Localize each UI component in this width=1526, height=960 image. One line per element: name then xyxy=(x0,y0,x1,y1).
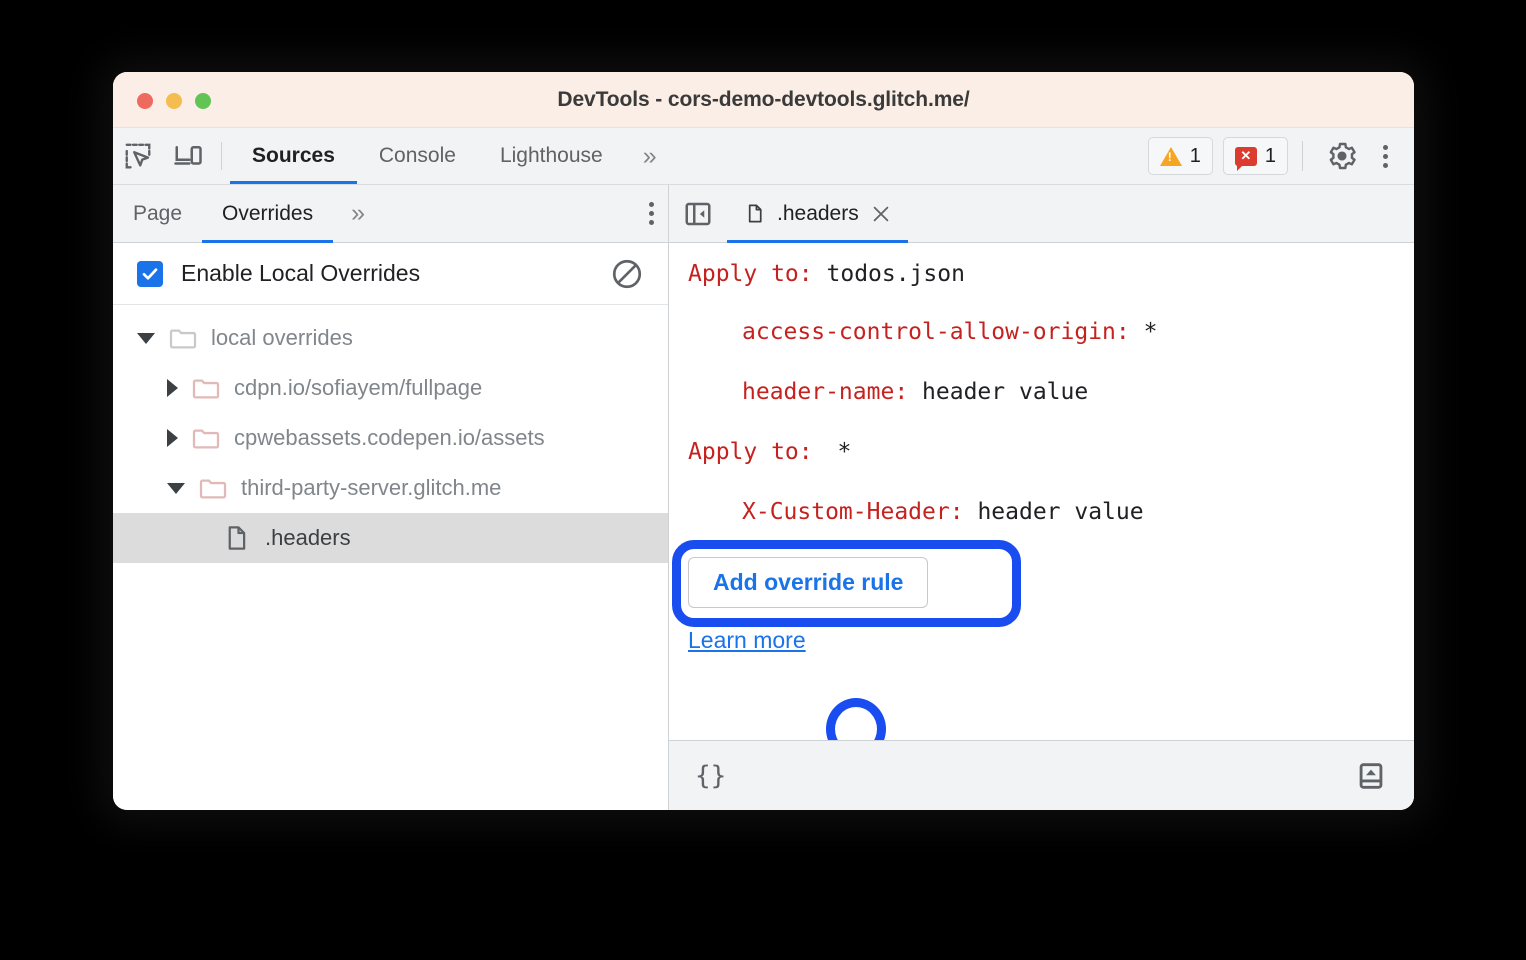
navigator-menu-button[interactable] xyxy=(635,185,668,242)
header-name-1-2[interactable]: header-name xyxy=(742,379,894,405)
close-icon[interactable] xyxy=(870,203,892,225)
kebab-menu-icon[interactable] xyxy=(1369,144,1402,168)
header-value-2-1[interactable]: header value xyxy=(977,499,1143,525)
overrides-file-tree: local overrides cdpn.io/sofiayem/fullpag… xyxy=(113,305,668,810)
tree-row-cpwebassets[interactable]: cpwebassets.codepen.io/assets xyxy=(113,413,668,463)
chevron-right-icon[interactable] xyxy=(167,379,178,397)
apply-to-label-1: Apply to xyxy=(688,261,799,287)
learn-more-link[interactable]: Learn more xyxy=(688,627,806,654)
chevron-right-icon[interactable] xyxy=(167,429,178,447)
nav-tab-page[interactable]: Page xyxy=(113,185,202,242)
kebab-dot xyxy=(1383,144,1388,150)
tab-lighthouse[interactable]: Lighthouse xyxy=(478,128,625,184)
enable-overrides-label: Enable Local Overrides xyxy=(181,260,421,286)
more-nav-tabs-button[interactable]: » xyxy=(333,185,379,242)
errors-count: 1 xyxy=(1264,144,1276,167)
window-close-button[interactable] xyxy=(137,93,153,109)
header-name-2-1[interactable]: X-Custom-Header xyxy=(742,499,950,525)
devtools-main-toolbar: Sources Console Lighthouse » 1 ✕ 1 xyxy=(113,128,1414,185)
editor-tab-label: .headers xyxy=(777,201,859,225)
editor-tab-headers[interactable]: .headers xyxy=(727,185,908,243)
more-panels-button[interactable]: » xyxy=(625,128,671,184)
chevron-down-icon[interactable] xyxy=(137,332,155,344)
enable-overrides-checkbox[interactable] xyxy=(137,260,163,287)
editor-tabbar: .headers xyxy=(669,185,1414,243)
header-value-1-1[interactable]: * xyxy=(1144,319,1158,345)
inspect-element-icon[interactable] xyxy=(113,128,163,184)
folder-icon xyxy=(167,322,199,354)
tree-label: cdpn.io/sofiayem/fullpage xyxy=(234,375,483,400)
toolbar-divider xyxy=(221,142,222,170)
tab-lighthouse-label: Lighthouse xyxy=(499,144,603,167)
file-icon xyxy=(221,523,251,553)
window-titlebar: DevTools - cors-demo-devtools.glitch.me/ xyxy=(113,72,1414,128)
sources-navigator: Page Overrides » Enable Local Overrides … xyxy=(113,185,669,810)
warnings-count: 1 xyxy=(1189,144,1201,167)
device-toolbar-icon[interactable] xyxy=(163,128,213,184)
show-drawer-icon[interactable] xyxy=(1354,759,1388,793)
add-override-rule-button[interactable]: Add override rule xyxy=(688,557,929,608)
nav-tab-overrides[interactable]: Overrides xyxy=(202,185,334,243)
kebab-menu-icon xyxy=(635,202,668,225)
nav-tab-page-label: Page xyxy=(133,201,183,225)
window-title: DevTools - cors-demo-devtools.glitch.me/ xyxy=(557,87,970,111)
header-name-1-1[interactable]: access-control-allow-origin xyxy=(742,319,1116,345)
tree-row-cdpn[interactable]: cdpn.io/sofiayem/fullpage xyxy=(113,363,668,413)
tab-console[interactable]: Console xyxy=(357,128,478,184)
clear-configuration-icon[interactable] xyxy=(610,257,644,291)
tree-row-local-overrides[interactable]: local overrides xyxy=(113,313,668,363)
more-nav-tabs-label: » xyxy=(351,199,365,227)
kebab-dot xyxy=(1383,162,1388,168)
apply-to-label-2: Apply to xyxy=(688,439,799,465)
apply-to-value-2[interactable]: * xyxy=(827,439,852,465)
tree-label: third-party-server.glitch.me xyxy=(241,475,502,500)
error-bubble-icon: ✕ xyxy=(1234,146,1257,171)
headers-editor-pane: .headers Apply to: todos.json access-con… xyxy=(669,185,1414,810)
warning-triangle-icon xyxy=(1159,146,1182,166)
apply-to-row-1[interactable]: Apply to: todos.json xyxy=(688,263,965,286)
header-row-2-1[interactable]: X-Custom-Header: header value xyxy=(688,501,1144,524)
apply-to-value-1[interactable]: todos.json xyxy=(827,261,965,287)
more-panels-label: » xyxy=(642,141,657,170)
tree-label: local overrides xyxy=(211,325,353,350)
headers-rules-view: Apply to: todos.json access-control-allo… xyxy=(669,243,1414,740)
chevron-down-icon[interactable] xyxy=(167,482,185,494)
header-row-1-2[interactable]: header-name: header value xyxy=(688,381,1088,404)
tab-sources-label: Sources xyxy=(252,144,335,167)
editor-status-bar: {} xyxy=(669,740,1414,810)
enable-local-overrides-row[interactable]: Enable Local Overrides xyxy=(113,243,668,305)
kebab-dot xyxy=(649,220,654,225)
folder-icon xyxy=(190,422,222,454)
toolbar-divider-2 xyxy=(1302,141,1303,171)
tab-console-label: Console xyxy=(378,144,456,167)
errors-badge[interactable]: ✕ 1 xyxy=(1222,137,1288,175)
tree-label: .headers xyxy=(265,525,351,550)
folder-icon xyxy=(197,472,229,504)
warnings-badge[interactable]: 1 xyxy=(1147,137,1213,175)
navigator-tabs: Page Overrides » xyxy=(113,185,668,243)
collapse-sidebar-icon[interactable] xyxy=(669,185,727,242)
kebab-dot xyxy=(1383,153,1388,159)
tab-sources[interactable]: Sources xyxy=(230,128,357,184)
toolbar-right-group: 1 ✕ 1 xyxy=(1147,128,1414,184)
kebab-dot xyxy=(649,202,654,207)
folder-icon xyxy=(190,372,222,404)
devtools-window: DevTools - cors-demo-devtools.glitch.me/… xyxy=(113,72,1414,810)
window-minimize-button[interactable] xyxy=(166,93,182,109)
format-braces-icon[interactable]: {} xyxy=(695,761,726,791)
apply-to-row-2[interactable]: Apply to: * xyxy=(688,441,851,464)
file-icon xyxy=(743,202,766,225)
panel-tabs: Sources Console Lighthouse xyxy=(230,128,625,184)
tree-row-headers-file[interactable]: .headers xyxy=(113,513,668,563)
gear-icon[interactable] xyxy=(1317,140,1367,172)
tree-row-third-party-server[interactable]: third-party-server.glitch.me xyxy=(113,463,668,513)
tree-label: cpwebassets.codepen.io/assets xyxy=(234,425,545,450)
kebab-dot xyxy=(649,211,654,216)
header-value-1-2[interactable]: header value xyxy=(922,379,1088,405)
header-row-1-1[interactable]: access-control-allow-origin: * xyxy=(688,321,1157,344)
nav-tab-overrides-label: Overrides xyxy=(222,201,314,225)
window-maximize-button[interactable] xyxy=(195,93,211,109)
devtools-body: Page Overrides » Enable Local Overrides … xyxy=(113,185,1414,810)
highlight-ring-apply-to-wildcard xyxy=(826,698,886,740)
